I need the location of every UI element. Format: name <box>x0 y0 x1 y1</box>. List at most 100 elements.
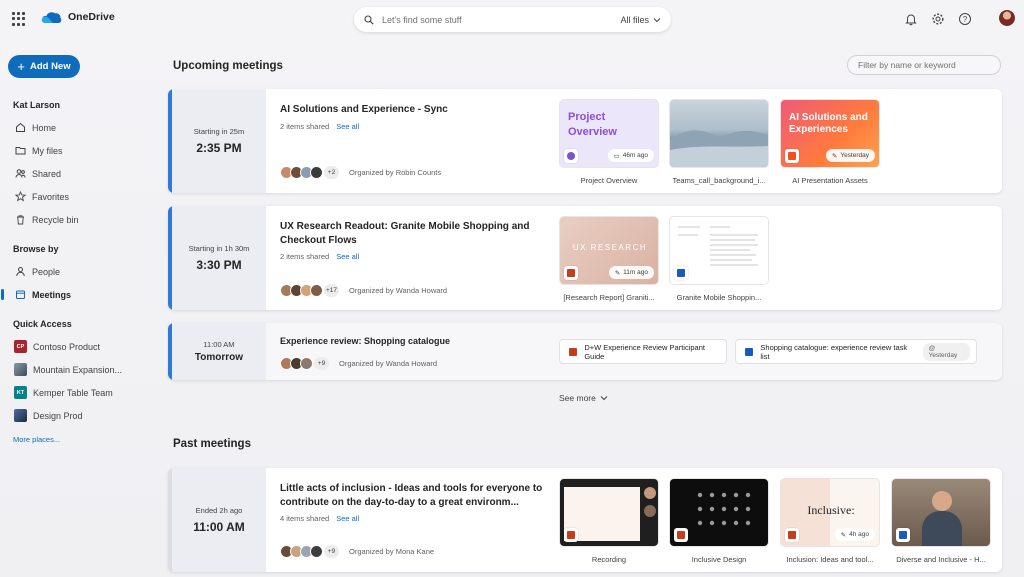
preview-text: UX RESEARCH <box>572 243 648 252</box>
top-bar: OneDrive All files ? <box>0 0 1024 40</box>
sidebar-item-meetings[interactable]: Meetings <box>0 283 160 306</box>
file-thumbnail[interactable]: Granite Mobile Shoppin... <box>669 216 769 302</box>
calendar-icon <box>14 289 26 301</box>
sidebar-item-label: My files <box>32 145 63 156</box>
more-places-link[interactable]: More places... <box>13 435 60 444</box>
meeting-when-label: Starting in 25m <box>193 127 245 136</box>
bell-icon[interactable] <box>904 12 918 26</box>
search-scope-dropdown[interactable]: All files <box>620 15 661 25</box>
brand[interactable]: OneDrive <box>40 10 115 24</box>
folder-icon <box>14 145 26 157</box>
sidebar-item-my-files[interactable]: My files <box>0 139 160 162</box>
see-all-link[interactable]: See all <box>336 252 359 261</box>
file-preview <box>891 478 991 547</box>
sidebar-item-favorites[interactable]: Favorites <box>0 185 160 208</box>
file-preview: AI Solutions and Experiences ✎ Yesterday <box>780 99 880 168</box>
file-caption: Teams_call_background_i... <box>672 176 766 185</box>
preview-text: Project Overview <box>568 111 617 138</box>
search-input[interactable] <box>382 14 621 25</box>
sidebar-item-people[interactable]: People <box>0 260 160 283</box>
modified-time: Yesterday <box>928 351 958 359</box>
file-caption: Inclusive Design <box>691 555 747 564</box>
meeting-time: 11:00 AM <box>193 520 245 534</box>
file-pill[interactable]: Shopping catalogue: experience review ta… <box>735 339 977 364</box>
meeting-when-label: 11:00 AM <box>203 340 235 349</box>
word-file-icon <box>742 344 756 359</box>
help-icon[interactable]: ? <box>958 12 972 26</box>
meeting-card[interactable]: Ended 2h ago 11:00 AM Little acts of inc… <box>168 468 1002 572</box>
see-more-label: See more <box>559 393 596 403</box>
file-preview: Project Overview ▭ 46m ago <box>559 99 659 168</box>
modified-time: 4h ago <box>849 531 869 538</box>
add-new-button[interactable]: + Add New <box>8 55 80 78</box>
meeting-card[interactable]: 11:00 AM Tomorrow Experience review: Sho… <box>168 323 1002 380</box>
file-thumbnail[interactable]: Inclusive Design <box>669 478 769 564</box>
file-thumbnail[interactable]: Project Overview ▭ 46m ago Project Overvi… <box>559 99 659 185</box>
preview-text: Inclusive: <box>807 503 855 517</box>
meeting-title[interactable]: UX Research Readout: Granite Mobile Shop… <box>280 220 540 247</box>
quick-access-contoso-product[interactable]: CP Contoso Product <box>0 335 160 358</box>
file-pill[interactable]: D+W Experience Review Participant Guide <box>559 339 727 364</box>
see-all-link[interactable]: See all <box>336 514 359 523</box>
modified-time: 11m ago <box>623 269 648 276</box>
sidebar-item-label: Meetings <box>32 289 72 300</box>
quick-access-mountain-expansion[interactable]: Mountain Expansion... <box>0 358 160 381</box>
meeting-title[interactable]: Little acts of inclusion - Ideas and too… <box>280 482 545 509</box>
search-icon <box>364 14 374 25</box>
file-thumbnail[interactable]: Inclusive: ✎ 4h ago Inclusion: Ideas and … <box>780 478 880 564</box>
sidebar-item-recycle-bin[interactable]: Recycle bin <box>0 208 160 231</box>
file-preview <box>669 478 769 547</box>
sidebar-item-label: Contoso Product <box>33 341 101 352</box>
file-caption: Project Overview <box>580 176 638 185</box>
file-caption: Inclusion: Ideas and tool... <box>786 555 874 564</box>
meeting-title[interactable]: AI Solutions and Experience - Sync <box>280 103 540 117</box>
meeting-title[interactable]: Experience review: Shopping catalogue <box>280 335 540 349</box>
nav-browse: People Meetings <box>0 260 160 306</box>
quick-access-design-prod[interactable]: Design Prod <box>0 404 160 427</box>
file-thumbnail[interactable]: AI Solutions and Experiences ✎ Yesterday … <box>780 99 880 185</box>
meeting-when: Starting in 25m 2:35 PM <box>168 89 266 193</box>
participant-video <box>644 505 656 517</box>
file-thumbnail[interactable]: Recording <box>559 478 659 564</box>
chevron-down-icon <box>653 17 661 22</box>
browse-by-heading: Browse by <box>13 244 59 254</box>
person-icon <box>14 266 26 278</box>
file-preview <box>669 216 769 285</box>
meeting-time: Tomorrow <box>194 352 244 363</box>
file-thumbnail[interactable]: UX RESEARCH ✎ 11m ago [Research Report] G… <box>559 216 659 302</box>
gear-icon[interactable] <box>931 12 945 26</box>
app-launcher-icon[interactable] <box>12 12 26 26</box>
attendees[interactable]: +9 Organized by Mona Kane <box>280 545 434 558</box>
site-image-icon <box>14 409 27 422</box>
account-avatar[interactable] <box>998 9 1016 27</box>
quick-access-heading: Quick Access <box>13 319 72 329</box>
word-file-icon <box>674 266 688 280</box>
search-box[interactable]: All files <box>354 7 671 32</box>
see-more-button[interactable]: See more <box>559 393 608 403</box>
quick-access-kemper-table-team[interactable]: KT Kemper Table Team <box>0 381 160 404</box>
attendees[interactable]: +9 Organized by Wanda Howard <box>280 357 437 370</box>
file-thumbnail[interactable]: Teams_call_background_i... <box>669 99 769 185</box>
sidebar-item-home[interactable]: Home <box>0 116 160 139</box>
modified-chip: @ Yesterday <box>922 342 970 361</box>
meeting-when: Ended 2h ago 11:00 AM <box>168 468 266 572</box>
modified-chip: ✎ Yesterday <box>825 149 875 162</box>
filter-input[interactable] <box>847 55 1001 75</box>
meeting-card[interactable]: Starting in 25m 2:35 PM AI Solutions and… <box>168 89 1002 193</box>
avatar <box>300 357 313 370</box>
loop-file-icon <box>564 149 578 163</box>
meeting-card[interactable]: Starting in 1h 30m 3:30 PM UX Research R… <box>168 206 1002 310</box>
file-thumbnail[interactable]: Diverse and Inclusive - H... <box>891 478 991 564</box>
see-all-link[interactable]: See all <box>336 122 359 131</box>
file-preview: UX RESEARCH ✎ 11m ago <box>559 216 659 285</box>
avatar <box>310 545 323 558</box>
attendees[interactable]: +2 Organized by Robin Counts <box>280 166 441 179</box>
onedrive-cloud-icon <box>41 12 62 23</box>
sidebar-item-shared[interactable]: Shared <box>0 162 160 185</box>
pencil-icon: ✎ <box>840 531 847 539</box>
app-name: OneDrive <box>68 11 115 23</box>
attendees[interactable]: +17 Organized by Wanda Howard <box>280 284 447 297</box>
sidebar-item-label: Shared <box>32 168 62 179</box>
person-photo <box>932 491 952 511</box>
modified-chip: ✎ 11m ago <box>608 266 654 279</box>
